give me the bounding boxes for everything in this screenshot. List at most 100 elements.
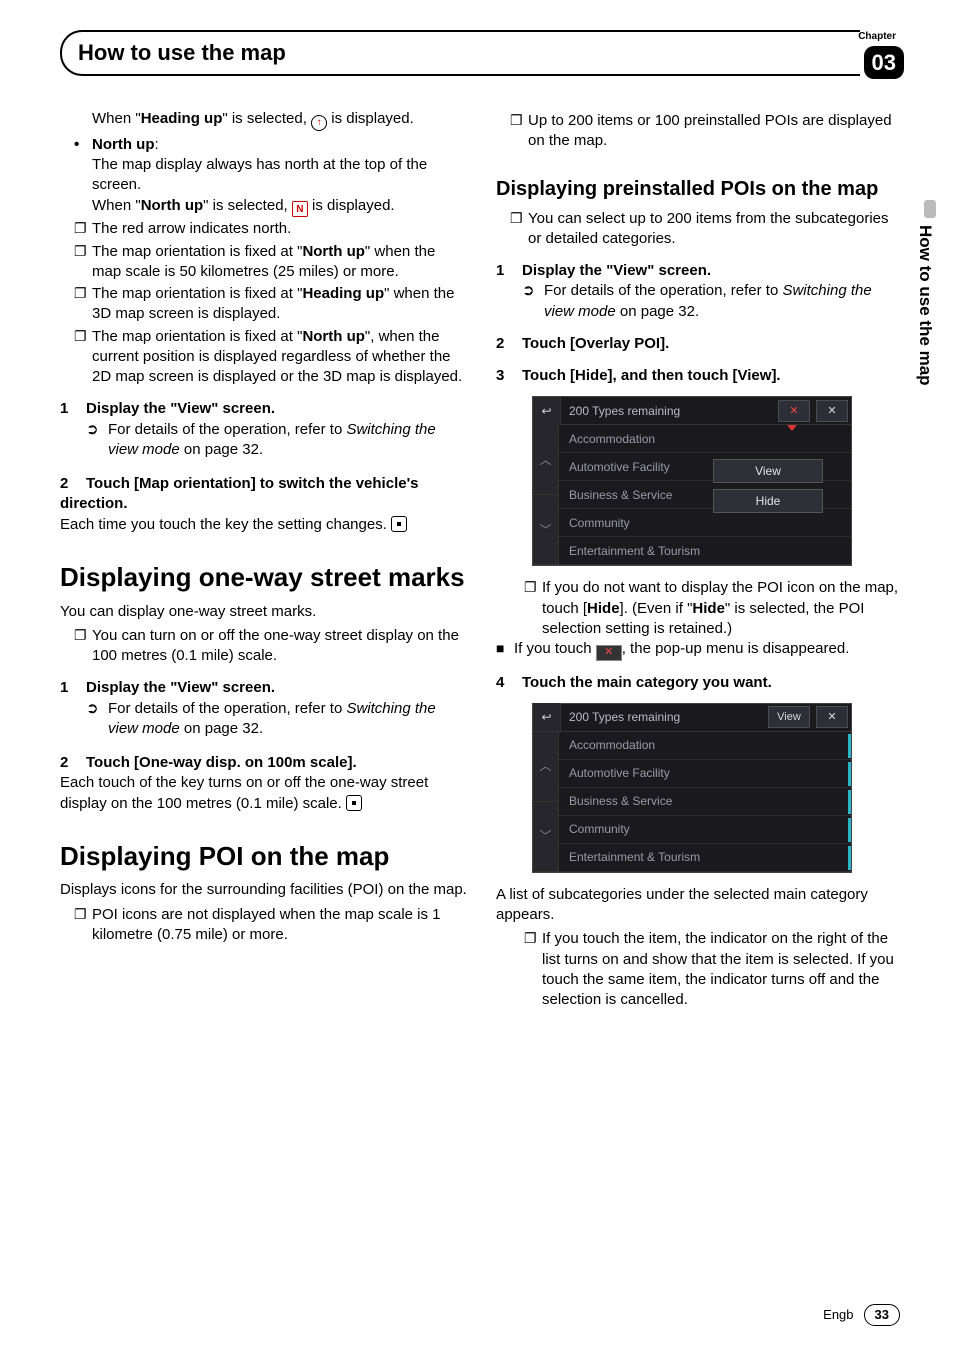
left-column: When "Heading up" is selected, is displa…	[60, 109, 468, 1010]
pre-step-1-ref: ➲ For details of the operation, refer to…	[522, 281, 904, 322]
list-item[interactable]: Accommodation	[559, 732, 851, 760]
selection-indicator	[848, 790, 851, 814]
step-2: 2Touch [Map orientation] to switch the v…	[60, 474, 468, 515]
solid-square-icon: ■	[496, 639, 514, 659]
step-1: 1 Display the "View" screen.	[60, 399, 468, 419]
note-box-icon: ❐	[74, 242, 92, 262]
heading-up-note: When "Heading up" is selected, is displa…	[92, 109, 468, 131]
popup-menu: View Hide	[713, 459, 823, 513]
north-up-desc: The map display always has north at the …	[92, 155, 468, 196]
scroll-down-button[interactable]: ﹀	[533, 495, 558, 565]
north-up-icon: N	[292, 201, 308, 217]
back-button[interactable]: ↩	[533, 397, 561, 425]
close-button[interactable]: ✕	[778, 400, 810, 422]
device-header: ↩ 200 Types remaining View ✕	[533, 704, 851, 732]
note-row: ❐ The map orientation is fixed at "North…	[74, 327, 468, 388]
popup-view-button[interactable]: View	[713, 459, 823, 483]
scroll-rail: ︿ ﹀	[533, 732, 559, 872]
close-button[interactable]: ✕	[816, 706, 848, 728]
list-item[interactable]: Accommodation	[559, 425, 851, 453]
scroll-up-button[interactable]: ︿	[533, 425, 558, 495]
page-number: 33	[864, 1304, 900, 1326]
device-screenshot-1: ↩ 200 Types remaining ✕ ✕ ︿ ﹀ Accommodat…	[532, 396, 852, 566]
after-device2-text: A list of subcategories under the select…	[496, 885, 904, 926]
view-button[interactable]: View	[768, 706, 810, 728]
note-row: ❐ The map orientation is fixed at "North…	[74, 242, 468, 283]
list-item[interactable]: Business & Service	[559, 788, 851, 816]
north-up-when: When "North up" is selected, N is displa…	[92, 196, 468, 218]
note-box-icon: ❐	[74, 219, 92, 239]
pre-step-3: 3 Touch [Hide], and then touch [View].	[496, 366, 904, 386]
note-row: ❐ You can select up to 200 items from th…	[510, 209, 904, 250]
heading-up-icon	[311, 115, 327, 131]
note-row: ❐ Up to 200 items or 100 preinstalled PO…	[510, 111, 904, 152]
title-pill: How to use the map	[60, 30, 860, 76]
reference-icon: ➲	[86, 699, 108, 719]
language-code: Engb	[823, 1306, 853, 1324]
heading-oneway: Displaying one-way street marks	[60, 563, 468, 592]
selection-indicator	[848, 762, 851, 786]
device-header: ↩ 200 Types remaining ✕ ✕	[533, 397, 851, 425]
bullet-dot-icon: •	[74, 135, 92, 155]
note-box-icon: ❐	[74, 284, 92, 304]
selection-indicator	[848, 734, 851, 758]
note-box-icon: ❐	[510, 209, 528, 229]
device-title: 200 Types remaining	[561, 709, 765, 725]
list-item[interactable]: Entertainment & Tourism	[559, 537, 851, 565]
end-section-icon	[346, 795, 362, 811]
note-row: ❐ POI icons are not displayed when the m…	[74, 905, 468, 946]
page-title: How to use the map	[78, 38, 286, 68]
heading-poi: Displaying POI on the map	[60, 842, 468, 871]
end-section-icon	[391, 516, 407, 532]
device-body: ︿ ﹀ Accommodation Automotive Facility Bu…	[533, 732, 851, 872]
step-1-ref: ➲ For details of the operation, refer to…	[86, 420, 468, 461]
chapter-label: Chapter	[858, 30, 896, 44]
selection-indicator	[848, 846, 851, 870]
note-box-icon: ❐	[74, 905, 92, 925]
ow-step-2: 2Touch [One-way disp. on 100m scale].	[60, 753, 468, 773]
pre-step-2: 2 Touch [Overlay POI].	[496, 334, 904, 354]
heading-preinstalled-poi: Displaying preinstalled POIs on the map	[496, 178, 904, 201]
note-row: ❐ You can turn on or off the one-way str…	[74, 626, 468, 667]
note-row: ❐ The red arrow indicates north.	[74, 219, 468, 239]
list-item[interactable]: Community	[559, 816, 851, 844]
device-title: 200 Types remaining	[561, 403, 775, 419]
side-tab-stub	[924, 200, 936, 218]
note-box-icon: ❐	[524, 929, 542, 949]
close-button[interactable]: ✕	[816, 400, 848, 422]
list-item[interactable]: Community	[559, 509, 851, 537]
popup-hide-button[interactable]: Hide	[713, 489, 823, 513]
right-column: ❐ Up to 200 items or 100 preinstalled PO…	[496, 109, 904, 1010]
back-button[interactable]: ↩	[533, 703, 561, 731]
reference-icon: ➲	[522, 281, 544, 301]
chapter-block: Chapter 03	[858, 30, 904, 79]
ow-step-2-desc: Each touch of the key turns on or off th…	[60, 773, 468, 814]
step-2-desc: Each time you touch the key the setting …	[60, 515, 468, 535]
category-list: Accommodation Automotive Facility Busine…	[559, 732, 851, 872]
poi-intro: Displays icons for the surrounding facil…	[60, 880, 468, 900]
page-footer: Engb 33	[823, 1304, 900, 1326]
list-item[interactable]: Entertainment & Tourism	[559, 844, 851, 872]
side-tab-label: How to use the map	[913, 225, 936, 386]
north-up-bullet: • North up: The map display always has n…	[74, 135, 468, 218]
device-screenshot-2: ↩ 200 Types remaining View ✕ ︿ ﹀ Accommo…	[532, 703, 852, 873]
scroll-up-button[interactable]: ︿	[533, 732, 558, 802]
page-header: How to use the map Chapter 03	[60, 30, 904, 79]
note-row: ❐ The map orientation is fixed at "Headi…	[74, 284, 468, 325]
note-box-icon: ❐	[524, 578, 542, 598]
device-body: ︿ ﹀ Accommodation Automotive Facility Bu…	[533, 425, 851, 565]
ow-step-1: 1 Display the "View" screen.	[60, 678, 468, 698]
popup-close-note: ■ If you touch ✕, the pop-up menu is dis…	[496, 639, 904, 660]
note-box-icon: ❐	[74, 327, 92, 347]
note-row: ❐ If you do not want to display the POI …	[524, 578, 904, 639]
scroll-down-button[interactable]: ﹀	[533, 802, 558, 872]
selection-indicator	[848, 818, 851, 842]
note-box-icon: ❐	[510, 111, 528, 131]
reference-icon: ➲	[86, 420, 108, 440]
oneway-intro: You can display one-way street marks.	[60, 602, 468, 622]
pre-step-4: 4 Touch the main category you want.	[496, 673, 904, 693]
pre-step-1: 1 Display the "View" screen.	[496, 261, 904, 281]
content-columns: When "Heading up" is selected, is displa…	[60, 109, 904, 1010]
scroll-rail: ︿ ﹀	[533, 425, 559, 565]
list-item[interactable]: Automotive Facility	[559, 760, 851, 788]
